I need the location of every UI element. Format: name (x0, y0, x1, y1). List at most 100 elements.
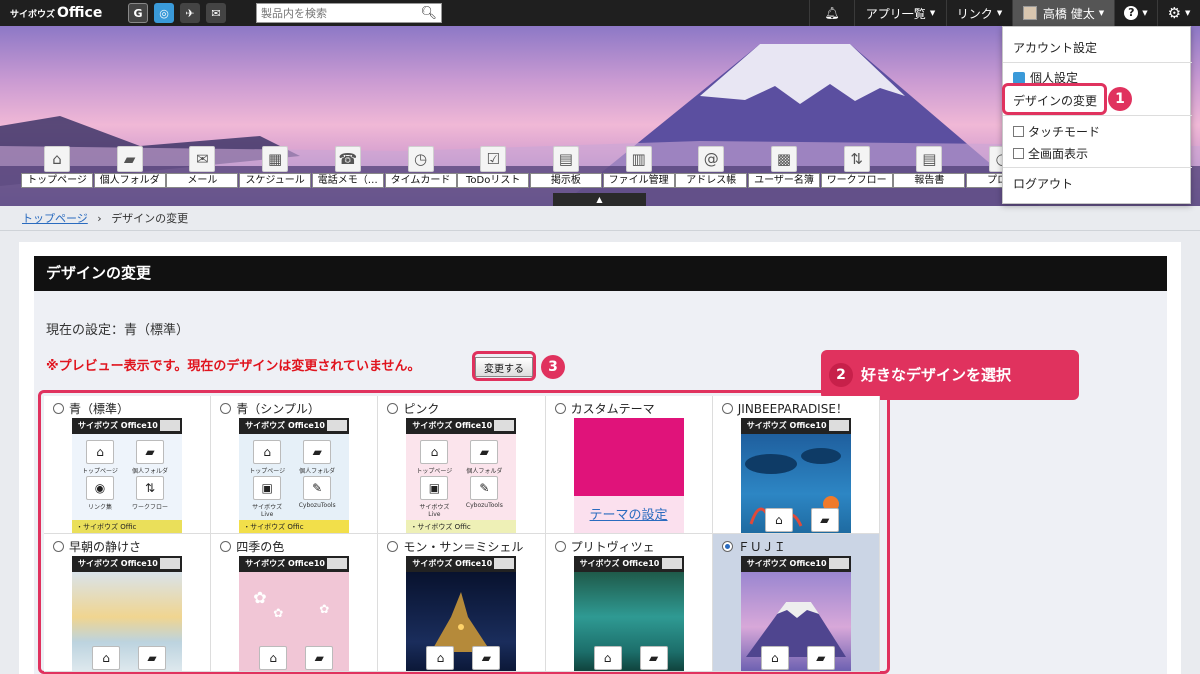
kintone-icon[interactable]: ✈ (180, 3, 200, 23)
tools-icon: ✎ (470, 476, 499, 500)
home-icon: ⌂ (259, 646, 288, 670)
thumbnail-search-box (828, 558, 849, 569)
search-icon[interactable]: 🔍︎ (420, 6, 437, 21)
app-launcher-item[interactable]: ⇅ ワークフロー (820, 144, 893, 206)
design-option-label[interactable]: ピンク (387, 400, 439, 417)
breadcrumb-home-link[interactable]: トップページ (22, 212, 88, 225)
design-radio[interactable] (721, 541, 733, 552)
search-input[interactable] (261, 6, 411, 20)
app-launcher-item[interactable]: ✉ メール (166, 144, 239, 206)
calendar-icon: ▦ (262, 146, 289, 172)
app-label: トップページ (21, 173, 93, 188)
folder-icon: ▰ (303, 440, 332, 464)
app-launcher-item[interactable]: ⌂ トップページ (21, 144, 93, 206)
callout-text: 好きなデザインを選択 (861, 366, 1012, 384)
menu-item-touch-mode[interactable]: タッチモード (1013, 123, 1100, 140)
design-thumbnail: サイボウズ Office10 ⌂ ▰ (72, 556, 182, 671)
design-option[interactable]: 四季の色 サイボウズ Office10 ✿ ✿ ✿ ⌂ ▰ (211, 534, 379, 672)
menu-item-logout[interactable]: ログアウト (1013, 175, 1073, 192)
design-option-label[interactable]: カスタムテーマ (554, 400, 655, 417)
app-launcher-item[interactable]: @ アドレス帳 (675, 144, 748, 206)
mail-icon: ✉ (189, 146, 216, 172)
thumbnail-search-box (160, 558, 180, 569)
app-launcher-item[interactable]: ▤ 報告書 (893, 144, 966, 206)
app-label: ToDoリスト (457, 173, 530, 188)
design-radio[interactable] (220, 541, 232, 552)
file-icon: ▥ (625, 146, 652, 172)
thumbnail-header: サイボウズ Office10 (573, 556, 684, 572)
thumbnail-body: ⌂ ▰ (72, 572, 182, 671)
touch-mode-checkbox[interactable] (1013, 126, 1024, 137)
design-option[interactable]: ＦＵＪＩ サイボウズ Office10 ⌂ ▰ (712, 534, 880, 672)
logo[interactable]: サイボウズ Office (10, 5, 122, 21)
design-option-label[interactable]: ＦＵＪＩ (721, 538, 786, 555)
collapse-banner-handle[interactable]: ▲ (553, 193, 646, 206)
thumbnail-search-box (327, 420, 348, 431)
settings-button[interactable]: ⚙ ▼ (1157, 0, 1200, 26)
app-launcher-item[interactable]: ▰ 個人フォルダ (93, 144, 166, 206)
design-option[interactable]: 青（標準） サイボウズ Office10 ⌂ トップページ ▰ 個人フォルダ ◉ リン… (44, 396, 212, 534)
apps-menu[interactable]: アプリ一覧 ▼ (854, 0, 946, 26)
design-option-label[interactable]: 青（シンプル） (220, 400, 320, 417)
thumbnail-footer: ・サイボウズ Offic (406, 520, 517, 533)
chevron-up-icon: ▲ (596, 195, 603, 204)
fullscreen-checkbox[interactable] (1013, 148, 1024, 159)
design-radio[interactable] (220, 403, 232, 414)
user-menu[interactable]: 高橋 健太 ▼ (1012, 0, 1114, 26)
report-icon: ▤ (916, 146, 943, 172)
design-radio[interactable] (53, 541, 64, 552)
notification-bell-icon[interactable]: 🔔︎ (809, 0, 854, 26)
app-launcher-item[interactable]: ☎ 電話メモ（… (311, 144, 384, 206)
folder-icon: ▰ (639, 646, 668, 670)
design-grid: 青（標準） サイボウズ Office10 ⌂ トップページ ▰ 個人フォルダ ◉ リン… (44, 396, 880, 672)
link-menu[interactable]: リンク ▼ (946, 0, 1012, 26)
garoon-icon[interactable]: G (128, 3, 148, 23)
design-option-label[interactable]: 早朝の静けさ (53, 538, 141, 555)
design-radio[interactable] (387, 541, 399, 552)
design-option[interactable]: 青（シンプル） サイボウズ Office10 ⌂ トップページ ▰ 個人フォルダ ▣… (211, 396, 379, 534)
thumbnail-search-box (494, 420, 515, 431)
theme-settings-link[interactable]: テーマの設定 (590, 508, 668, 523)
design-option-label[interactable]: モン・サン＝ミシェル (387, 538, 523, 555)
design-option[interactable]: ピンク サイボウズ Office10 ⌂ トップページ ▰ 個人フォルダ ▣ サイボウ… (378, 396, 546, 534)
thumbnail-search-box (828, 420, 849, 431)
roster-icon: ▩ (771, 146, 797, 172)
design-option-label[interactable]: JINBEEPARADISE！ (721, 400, 848, 417)
timecard-icon: ◷ (407, 146, 434, 172)
design-option[interactable]: プリトヴィツェ サイボウズ Office10 ⌂ ▰ (545, 534, 713, 672)
top-bar: サイボウズOffice G ◎ ✈ ✉ 🔍︎ 🔔︎ アプリ一覧▼ リンク▼ 高橋… (0, 0, 1200, 26)
design-radio[interactable] (554, 403, 566, 414)
folder-icon: ▰ (138, 646, 166, 670)
design-option-label[interactable]: 青（標準） (53, 400, 129, 417)
design-radio[interactable] (554, 541, 566, 552)
app-launcher-item[interactable]: ▩ ユーザー名簿 (748, 144, 820, 206)
help-button[interactable]: ? ▼ (1114, 0, 1157, 26)
office-icon[interactable]: ◎ (154, 3, 174, 23)
home-icon: ⌂ (764, 508, 793, 532)
design-option[interactable]: 早朝の静けさ サイボウズ Office10 ⌂ ▰ (44, 534, 212, 672)
menu-item-fullscreen[interactable]: 全画面表示 (1013, 145, 1088, 162)
design-radio[interactable] (53, 403, 64, 414)
design-option[interactable]: JINBEEPARADISE！ サイボウズ Office10 ⌂ ▰ (712, 396, 880, 534)
thumbnail-body: ⌂ ▰ (740, 434, 851, 533)
design-radio[interactable] (721, 403, 733, 414)
design-option[interactable]: モン・サン＝ミシェル サイボウズ Office10 ⌂ ▰ (378, 534, 546, 672)
thumbnail-body: ⌂ ▰ (406, 572, 517, 671)
home-icon: ⌂ (420, 440, 449, 464)
thumbnail-search-box (160, 420, 180, 431)
app-launcher-item[interactable]: ☑ ToDoリスト (457, 144, 530, 206)
menu-item-account-settings[interactable]: アカウント設定 (1013, 39, 1097, 56)
design-option-label[interactable]: 四季の色 (220, 538, 284, 555)
app-launcher-item[interactable]: ▦ スケジュール (239, 144, 312, 206)
thumbnail-header: サイボウズ Office10 (239, 556, 350, 572)
thumbnail-search-box (661, 558, 682, 569)
design-option-label[interactable]: プリトヴィツェ (554, 538, 655, 555)
design-option[interactable]: カスタムテーマ テーマの設定 (545, 396, 713, 534)
folder-icon: ▰ (810, 508, 839, 532)
mail-icon[interactable]: ✉ (206, 3, 226, 23)
thumbnail-search-box (327, 558, 348, 569)
design-radio[interactable] (387, 403, 399, 414)
app-launcher-item[interactable]: ◷ タイムカード (384, 144, 457, 206)
folder-icon: ▰ (472, 646, 501, 670)
home-icon: ⌂ (44, 146, 70, 172)
